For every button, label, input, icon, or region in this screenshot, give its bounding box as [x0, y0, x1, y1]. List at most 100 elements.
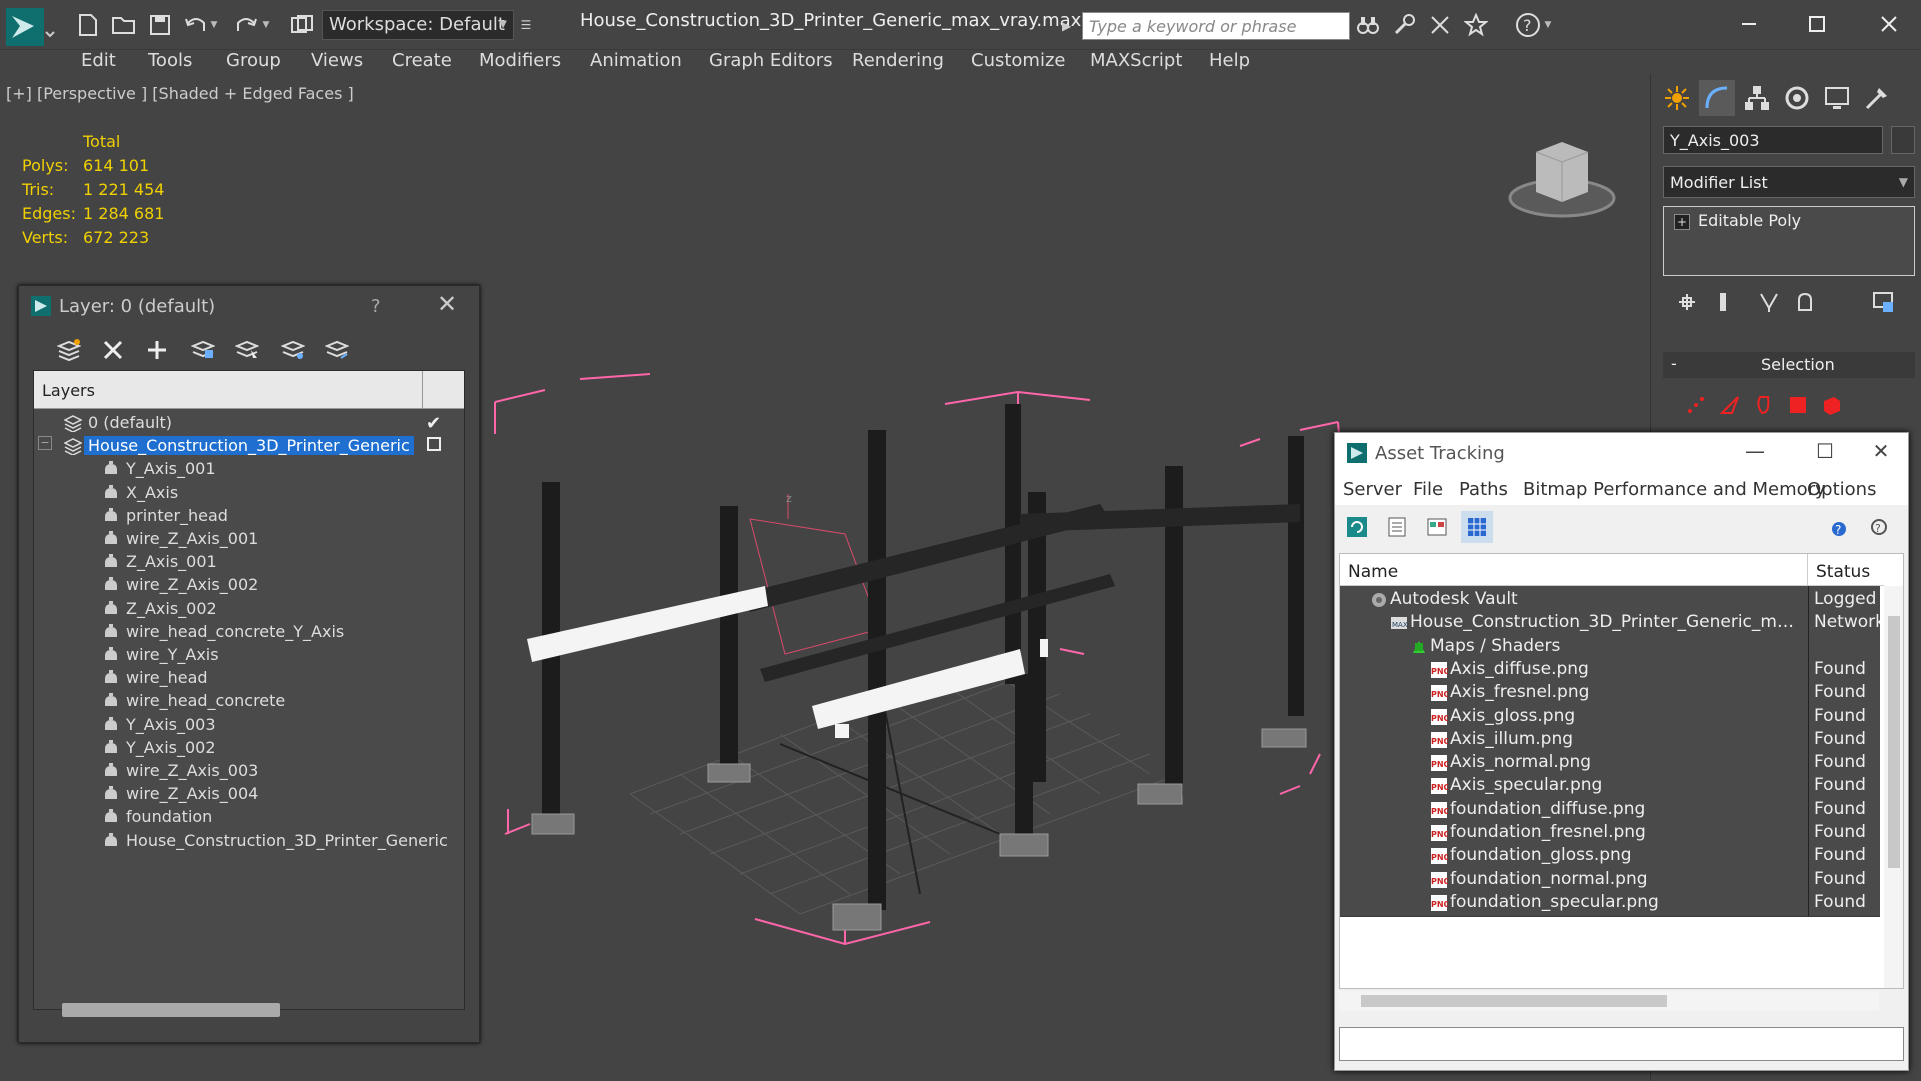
asset-path-field[interactable]: [1339, 1027, 1904, 1061]
layer-object-row[interactable]: House_Construction_3D_Printer_Generic: [34, 827, 464, 855]
maximize-button[interactable]: [1792, 6, 1842, 42]
open-file-icon[interactable]: [108, 10, 140, 40]
new-file-icon[interactable]: [72, 10, 104, 40]
layer-window-close-button[interactable]: ✕: [437, 290, 457, 318]
motion-tab-icon[interactable]: [1779, 80, 1815, 116]
asset-table[interactable]: Name Status Autodesk VaultLogged OutMAXH…: [1339, 553, 1904, 989]
communication-center-icon[interactable]: [1424, 10, 1456, 40]
show-end-result-icon[interactable]: [1705, 284, 1741, 320]
asset-menu-bitmap-performance[interactable]: Bitmap Performance and Memory: [1523, 479, 1826, 500]
help-dropdown-icon[interactable]: ▼: [1540, 10, 1556, 40]
modifier-stack[interactable]: + Editable Poly: [1663, 206, 1915, 276]
object-color-swatch[interactable]: [1891, 126, 1915, 154]
make-unique-icon[interactable]: [1751, 284, 1787, 320]
asset-row[interactable]: PNGfoundation_specular.png Found: [1340, 888, 1880, 917]
hide-layers-icon[interactable]: [277, 334, 309, 366]
menu-help[interactable]: Help: [1209, 50, 1250, 71]
configure-modifier-sets-icon[interactable]: [1865, 284, 1901, 320]
collapse-minus-icon[interactable]: −: [38, 436, 52, 451]
viewcube-icon[interactable]: [1506, 132, 1618, 222]
asset-close-button[interactable]: ✕: [1861, 439, 1901, 469]
search-input[interactable]: Type a keyword or phrase: [1082, 12, 1350, 40]
workspace-menu-icon[interactable]: ☰: [516, 10, 536, 40]
asset-menu-paths[interactable]: Paths: [1459, 479, 1508, 500]
svg-text:PNG: PNG: [1431, 783, 1448, 792]
edge-selection-icon[interactable]: [1715, 390, 1745, 420]
menu-maxscript[interactable]: MAXScript: [1090, 50, 1182, 71]
asset-minimize-button[interactable]: —: [1735, 439, 1775, 469]
menu-modifiers[interactable]: Modifiers: [479, 50, 561, 71]
add-to-layer-icon[interactable]: [141, 334, 173, 366]
asset-menu-options[interactable]: Options: [1807, 479, 1876, 500]
close-button[interactable]: [1864, 6, 1914, 42]
asset-settings-icon[interactable]: ?: [1863, 511, 1895, 543]
create-tab-icon[interactable]: [1659, 80, 1695, 116]
asset-horizontal-scrollbar[interactable]: [1339, 991, 1879, 1011]
menu-graph-editors[interactable]: Graph Editors: [709, 50, 833, 71]
delete-layer-icon[interactable]: [97, 334, 129, 366]
asset-column-name[interactable]: Name: [1340, 554, 1808, 586]
hierarchy-tab-icon[interactable]: [1739, 80, 1775, 116]
object-teapot-icon: [102, 808, 120, 826]
search-expand-icon[interactable]: ▶: [1062, 12, 1078, 40]
table-view-icon[interactable]: [1461, 511, 1493, 543]
expand-plus-icon[interactable]: +: [1674, 214, 1690, 230]
modify-tab-icon[interactable]: [1699, 80, 1735, 116]
asset-help-icon[interactable]: ?: [1825, 511, 1857, 543]
key-tools-icon[interactable]: [1388, 10, 1420, 40]
binoculars-icon[interactable]: [1352, 10, 1384, 40]
modifier-stack-item[interactable]: + Editable Poly: [1670, 211, 1908, 235]
active-layer-check-icon[interactable]: ✔: [426, 413, 448, 434]
asset-menu-file[interactable]: File: [1413, 479, 1443, 500]
select-objects-in-layer-icon[interactable]: [187, 334, 219, 366]
asset-menu-server[interactable]: Server: [1343, 479, 1402, 500]
menu-rendering[interactable]: Rendering: [852, 50, 944, 71]
border-selection-icon[interactable]: [1749, 390, 1779, 420]
menu-edit[interactable]: Edit: [81, 50, 116, 71]
asset-vertical-scrollbar[interactable]: [1884, 586, 1903, 988]
asset-column-status[interactable]: Status: [1808, 554, 1884, 586]
new-layer-icon[interactable]: [53, 334, 85, 366]
svg-text:PNG: PNG: [1431, 830, 1448, 839]
viewport-label[interactable]: [+] [Perspective ] [Shaded + Edged Faces…: [6, 84, 354, 103]
menu-tools[interactable]: Tools: [148, 50, 192, 71]
refresh-icon[interactable]: [1341, 511, 1373, 543]
remove-modifier-icon[interactable]: [1787, 284, 1823, 320]
save-file-icon[interactable]: [144, 10, 176, 40]
list-view-icon[interactable]: [1381, 511, 1413, 543]
vertex-selection-icon[interactable]: [1681, 390, 1711, 420]
layer-label: X_Axis: [126, 482, 179, 502]
asset-maximize-button[interactable]: ☐: [1805, 439, 1845, 469]
app-logo-icon[interactable]: [4, 6, 56, 50]
element-selection-icon[interactable]: [1817, 390, 1847, 420]
layer-window-help-button[interactable]: ?: [371, 296, 381, 317]
project-folder-icon[interactable]: [286, 10, 318, 40]
menu-group[interactable]: Group: [226, 50, 281, 71]
selection-rollout-header[interactable]: - Selection: [1663, 352, 1915, 378]
pin-stack-icon[interactable]: [1669, 284, 1705, 320]
object-teapot-icon: [102, 484, 120, 502]
polygon-selection-icon[interactable]: [1783, 390, 1813, 420]
layer-tree[interactable]: Layers 0 (default) ✔ − House_Construction_3…: [33, 370, 465, 1017]
thumbnail-view-icon[interactable]: [1421, 511, 1453, 543]
layer-tree-horizontal-scrollbar[interactable]: [62, 1003, 280, 1017]
layers-column-header[interactable]: Layers: [34, 371, 464, 409]
object-name-field[interactable]: Y_Axis_003: [1663, 126, 1883, 154]
freeze-layers-icon[interactable]: [321, 334, 353, 366]
utilities-tab-icon[interactable]: [1859, 80, 1895, 116]
display-tab-icon[interactable]: [1819, 80, 1855, 116]
minimize-button[interactable]: [1724, 6, 1774, 42]
menu-create[interactable]: Create: [392, 50, 452, 71]
menu-views[interactable]: Views: [311, 50, 363, 71]
favorites-star-icon[interactable]: [1460, 10, 1492, 40]
highlight-selected-layer-icon[interactable]: [231, 334, 263, 366]
asset-window-titlebar[interactable]: Asset Tracking — ☐ ✕: [1335, 433, 1908, 475]
layer-window-titlebar[interactable]: Layer: 0 (default) ? ✕: [19, 286, 479, 326]
undo-dropdown-icon[interactable]: ▼: [206, 10, 222, 40]
modifier-list-dropdown[interactable]: Modifier List ▼: [1663, 166, 1915, 198]
menu-customize[interactable]: Customize: [971, 50, 1065, 71]
set-active-layer-box-icon[interactable]: [426, 436, 448, 456]
menu-animation[interactable]: Animation: [590, 50, 682, 71]
redo-dropdown-icon[interactable]: ▼: [258, 10, 274, 40]
workspace-selector[interactable]: Workspace: Default ▼: [322, 10, 514, 40]
